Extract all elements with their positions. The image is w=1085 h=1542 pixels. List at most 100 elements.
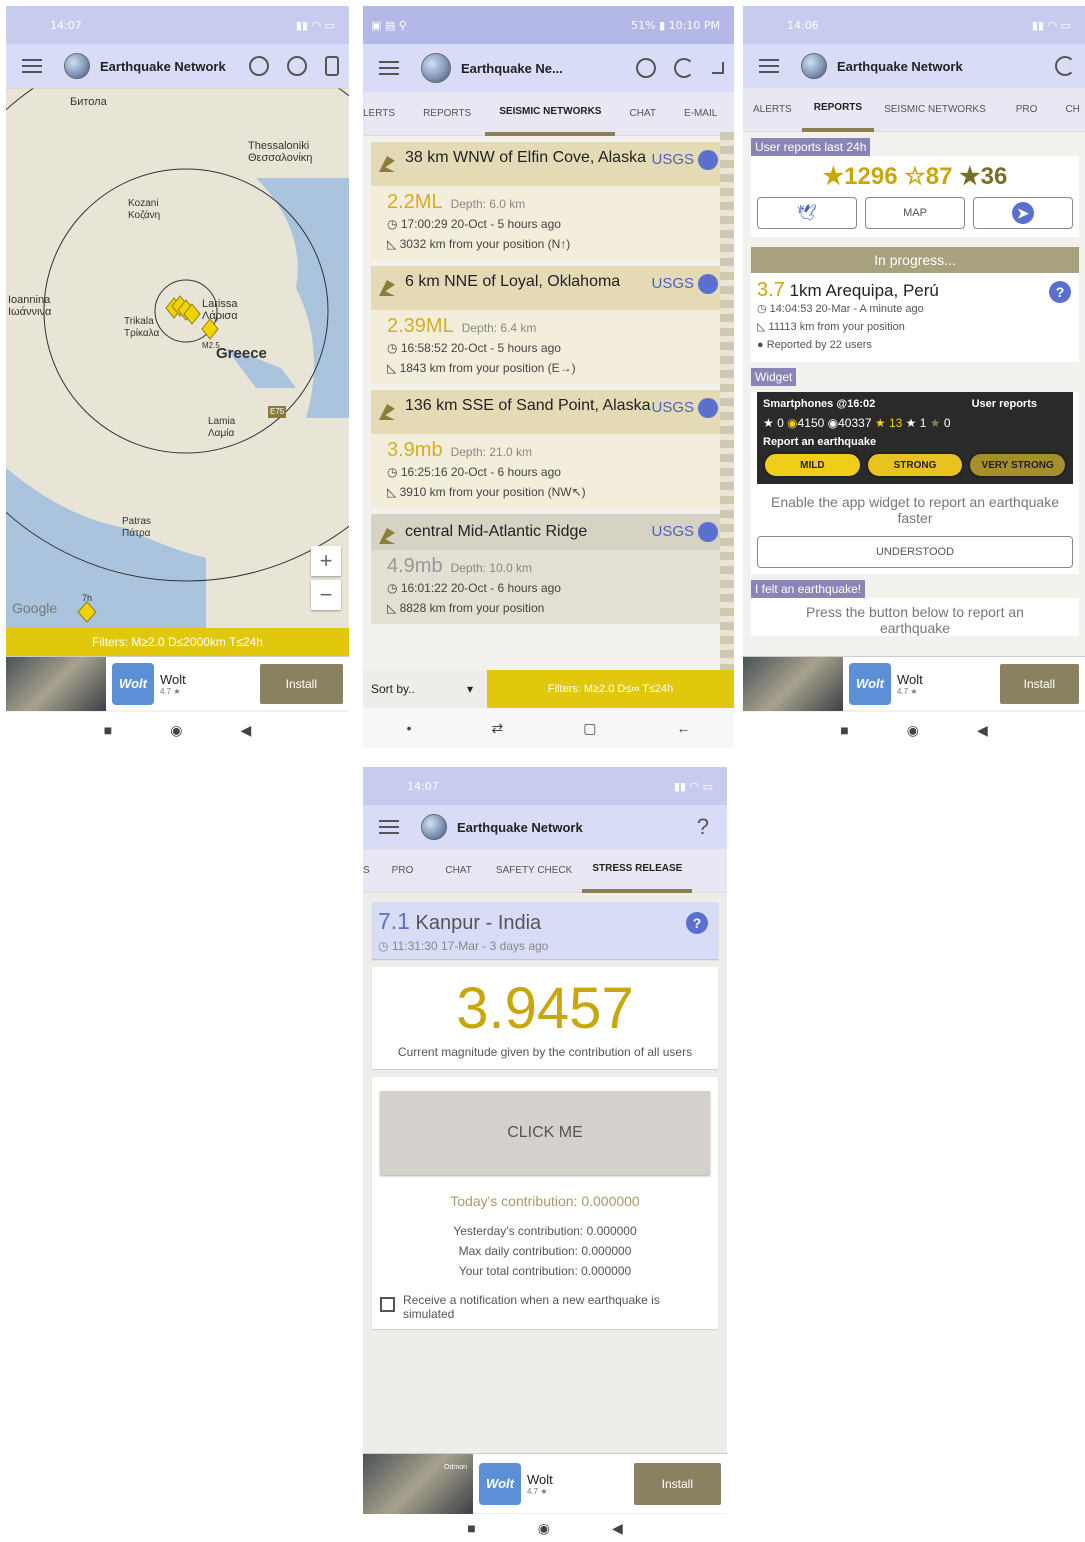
share-icon[interactable] [698,398,718,418]
home-nav-icon[interactable]: ◉ [170,722,182,739]
home-nav-icon[interactable]: ◉ [538,1520,550,1537]
quake-card[interactable]: 6 km NNE of Loyal, Oklahoma USGS 2.39ML De… [371,266,724,384]
tab-chat[interactable]: CHAT [615,92,669,136]
felt-header: I felt an earthquake! [751,580,866,598]
strong-button[interactable]: STRONG [865,452,965,478]
map-canvas [6,88,349,634]
seismograph-icon [379,404,395,420]
quake-card[interactable]: central Mid-Atlantic Ridge USGS 4.9mb Dept… [371,514,724,624]
install-button[interactable]: Install [633,1462,721,1505]
refresh-icon[interactable] [674,58,694,78]
ad-banner[interactable]: Wolt Wolt 4.7 ★ Install [6,656,349,711]
notification-option[interactable]: Receive a notification when a new earthq… [380,1293,710,1321]
sort-by-dropdown[interactable]: Sort by.. ▾ [363,682,487,696]
very-strong-button[interactable]: VERY STRONG [968,452,1068,478]
source-label: USGS [651,523,694,540]
help-icon[interactable]: ? [1049,281,1071,303]
phone-icon[interactable] [325,56,339,76]
list-scrollbar[interactable] [720,132,734,672]
ad-rating: 4.7 ★ [160,686,181,696]
globe-icon[interactable] [636,58,656,78]
home-nav-icon[interactable]: ◉ [907,722,919,739]
click-me-button[interactable]: CLICK ME [380,1091,710,1175]
telegram-button[interactable]: ➤ [973,197,1073,229]
install-button[interactable]: Install [999,663,1079,704]
strong-report-count: ★1296 [822,163,898,190]
install-button[interactable]: Install [259,663,343,704]
ad-banner[interactable]: Odmori Wolt Wolt 4.7 ★ Install [363,1453,727,1514]
mild-button[interactable]: MILD [763,452,862,478]
ad-title: Wolt [897,671,923,687]
tab-reports[interactable]: REPORTS [801,88,875,132]
magnitude-caption: Current magnitude given by the contribut… [397,1045,693,1059]
app-title: Earthquake Network [457,819,583,835]
menu-icon[interactable] [759,59,779,73]
menu-icon[interactable] [22,59,42,73]
quake-card[interactable]: 38 km WNW of Elfin Cove, Alaska USGS 2.2M… [371,142,724,260]
seismograph-icon [379,528,395,544]
share-icon[interactable] [698,522,718,542]
back-nav-icon[interactable]: ◀ [977,722,988,739]
refresh-icon[interactable] [1055,56,1075,76]
widget-report-label: Report an earthquake [763,436,877,448]
tab-reports[interactable]: REPORTS [409,92,485,136]
zoom-out-button[interactable]: − [311,580,341,610]
tab-stress-release[interactable]: STRESS RELEASE [582,849,693,893]
menu-icon[interactable] [379,820,399,834]
map-view[interactable]: Битола Thessaloniki Θεσσαλονίκη Kozani Κ… [6,88,349,634]
filter-bar[interactable]: Filters: M≥2.0 D≤∞ T≤24h [487,670,734,708]
tab-pro[interactable]: PRO [996,88,1058,132]
share-icon[interactable] [698,274,718,294]
share-icon[interactable] [698,150,718,170]
widget-count-d: 13 [888,416,903,430]
status-bar: 14:07 ▮▮ ◠ ▭ [363,767,727,805]
expand-icon[interactable] [712,62,724,74]
map-label-larissa: Larissa Λάρισα [202,298,238,322]
event-magnitude: 7.1 [378,908,410,934]
dot-nav-icon[interactable]: • [407,720,412,736]
map-label-trikala: Trikala Τρίκαλα [124,316,160,339]
globe-icon[interactable] [249,56,269,76]
menu-icon[interactable] [379,61,399,75]
filter-bar[interactable]: Filters: M≥2.0 D≤2000km T≤24h [6,628,349,656]
recents-nav-icon[interactable]: ■ [467,1520,475,1536]
tab-chat[interactable]: CHAT [431,849,485,893]
clock-icon: ◷ [757,303,770,315]
help-icon[interactable]: ? [697,814,709,840]
user-reports-header: User reports last 24h [751,138,871,156]
recents-nav-icon[interactable]: ▢ [583,720,596,737]
tab-email[interactable]: E-MAIL [670,92,731,136]
switch-nav-icon[interactable]: ⇄ [491,720,503,737]
quake-place: 6 km NNE of Loyal, Oklahoma [405,273,621,290]
tab-chat[interactable]: CH [1057,88,1085,132]
tab-seismic-networks[interactable]: SEISMIC NETWORKS [485,92,616,136]
in-progress-bar: In progress... [751,247,1079,273]
compass-icon[interactable] [287,56,307,76]
report-card[interactable]: 3.7 1km Arequipa, Perú ◷ 14:04:53 20-Mar… [751,273,1079,362]
quake-depth: Depth: 6.4 km [461,321,537,335]
info-icon[interactable]: ? [686,912,708,934]
tab-seismic-networks[interactable]: SEISMIC NETWORKS [874,88,996,132]
sort-by-label: Sort by.. [371,682,415,696]
recents-nav-icon[interactable]: ■ [104,722,112,738]
tab-alerts[interactable]: LERTS [363,92,409,136]
tab-pro[interactable]: PRO [374,849,432,893]
back-nav-icon[interactable]: ◀ [240,722,251,739]
ad-banner[interactable]: Wolt Wolt 4.7 ★ Install [743,656,1085,711]
back-nav-icon[interactable]: ◀ [612,1520,623,1537]
twitter-button[interactable]: 🕊 [757,197,857,229]
ad-rating: 4.7 ★ [897,686,918,696]
quake-card[interactable]: 136 km SSE of Sand Point, Alaska USGS 3.9… [371,390,724,508]
notification-checkbox[interactable] [380,1297,395,1312]
status-time: 14:07 [407,779,439,793]
recents-nav-icon[interactable]: ■ [840,722,848,738]
report-time: 14:04:53 20-Mar - A minute ago [769,303,924,315]
understood-button[interactable]: UNDERSTOOD [757,536,1073,568]
tab-partial[interactable]: S [363,849,374,893]
tab-alerts[interactable]: ALERTS [743,88,802,132]
magnitude-card: 3.9457 Current magnitude given by the co… [372,967,718,1069]
map-button[interactable]: MAP [865,197,965,229]
zoom-in-button[interactable]: + [311,546,341,576]
back-nav-icon[interactable]: ← [676,720,690,736]
tab-safety-check[interactable]: SAFETY CHECK [486,849,583,893]
